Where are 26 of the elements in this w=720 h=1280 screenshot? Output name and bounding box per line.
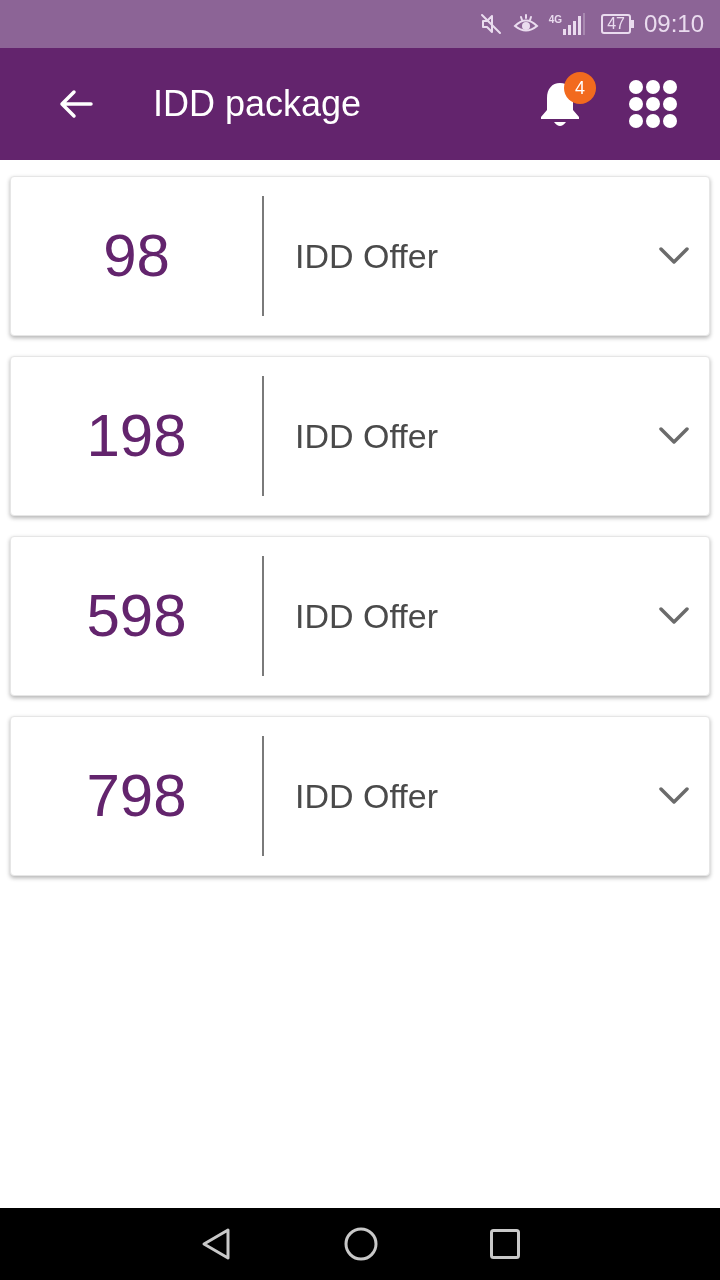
package-name: IDD Offer [295,239,438,273]
battery-tip-icon [630,20,634,28]
package-name: IDD Offer [295,599,438,633]
apps-menu-button[interactable] [628,79,678,129]
package-card[interactable]: 798 IDD Offer [10,716,710,876]
package-card[interactable]: 98 IDD Offer [10,176,710,336]
recents-square-icon[interactable] [490,1229,520,1259]
package-price: 198 [86,406,187,466]
package-name: IDD Offer [295,779,438,813]
battery-level-label: 47 [601,14,631,34]
clock-time: 09:10 [643,9,704,39]
grid-dots-icon [629,80,677,128]
package-card[interactable]: 598 IDD Offer [10,536,710,696]
notification-count-badge: 4 [564,72,596,104]
package-price: 98 [103,226,170,286]
network-type-label: 4G [548,15,563,25]
home-circle-icon[interactable] [344,1227,378,1261]
package-name: IDD Offer [295,419,438,453]
back-triangle-icon[interactable] [200,1227,232,1261]
muted-speaker-icon [478,12,503,36]
page-title: IDD package [153,86,362,122]
package-price: 798 [86,766,187,826]
package-card[interactable]: 198 IDD Offer [10,356,710,516]
signal-icon [563,13,586,35]
package-price: 598 [86,586,187,646]
back-arrow-icon [59,89,93,119]
